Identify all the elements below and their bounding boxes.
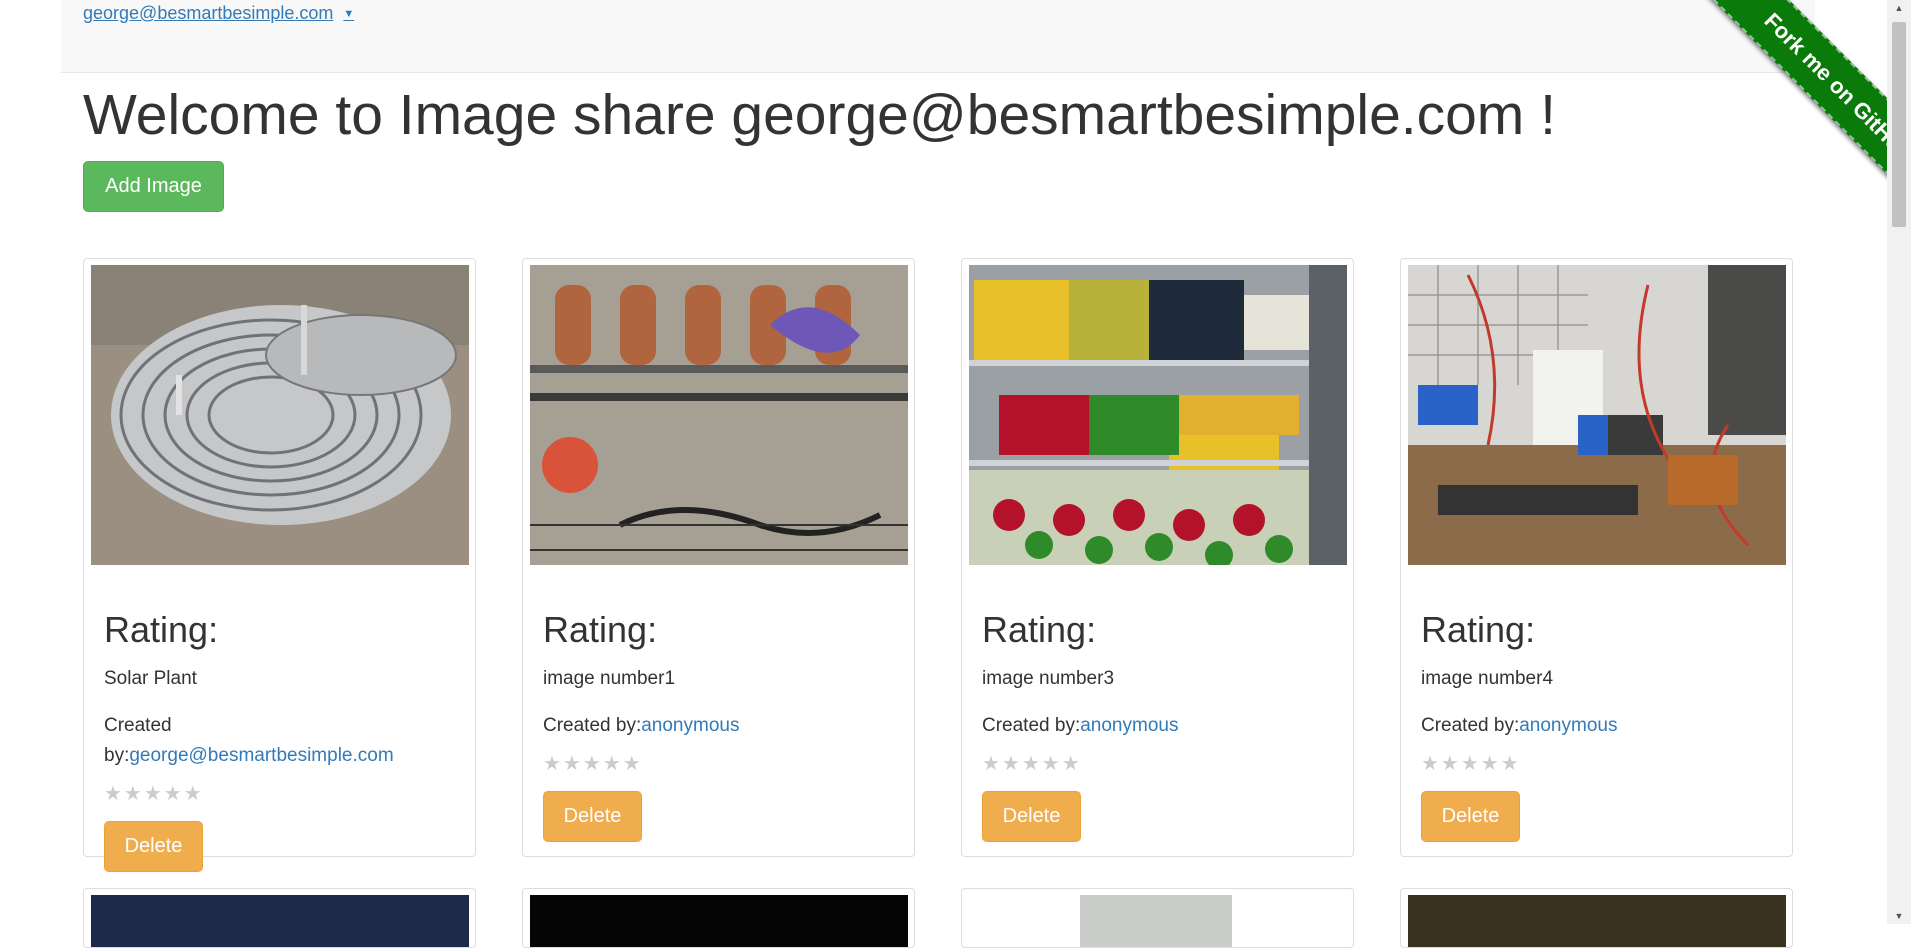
image-card	[961, 888, 1354, 948]
created-by: Created by:george@besmartbesimple.com	[104, 711, 449, 771]
delete-button[interactable]: Delete	[104, 821, 203, 872]
image-card: Rating: Solar Plant Created by:george@be…	[83, 258, 476, 872]
image-name: image number1	[543, 668, 676, 689]
created-by-prefix: Created by:	[982, 715, 1081, 736]
star-rating[interactable]: ★★★★★	[104, 781, 204, 806]
creator-link[interactable]: anonymous	[1519, 715, 1617, 736]
user-email[interactable]: george@besmartbesimple.com	[83, 3, 333, 23]
created-by-prefix: Created by:	[543, 715, 642, 736]
card-image[interactable]	[530, 895, 908, 947]
card-image[interactable]	[1408, 895, 1786, 947]
github-ribbon-container: Fork me on GitHub	[1647, 0, 1887, 240]
star-rating[interactable]: ★★★★★	[1421, 751, 1521, 776]
scrollbar-thumb[interactable]	[1892, 22, 1906, 227]
image-name: Solar Plant	[104, 668, 197, 689]
scroll-up-arrow-icon[interactable]: ▲	[1887, 0, 1911, 16]
card-image-graffiti-building[interactable]	[530, 265, 908, 565]
image-card: Rating: image number1 Created by:anonymo…	[522, 258, 915, 857]
image-name: image number3	[982, 668, 1115, 689]
card-image[interactable]	[1080, 895, 1232, 947]
card-image-synth-lab[interactable]	[1408, 265, 1786, 565]
page-title: Welcome to Image share george@besmartbes…	[83, 83, 1556, 147]
image-card	[522, 888, 915, 948]
navbar: george@besmartbesimple.com ▼	[61, 0, 1815, 73]
rating-label: Rating:	[1421, 609, 1536, 650]
delete-button[interactable]: Delete	[1421, 791, 1520, 842]
image-card	[1400, 888, 1793, 948]
add-image-button[interactable]: Add Image	[83, 161, 224, 212]
created-by: Created by:anonymous	[543, 711, 888, 741]
vertical-scrollbar[interactable]: ▲ ▼	[1887, 0, 1911, 924]
card-image-solar-plant[interactable]	[91, 265, 469, 565]
created-by: Created by:anonymous	[1421, 711, 1766, 741]
card-image[interactable]	[91, 895, 469, 947]
image-name: image number4	[1421, 668, 1554, 689]
creator-link[interactable]: anonymous	[641, 715, 739, 736]
scroll-down-arrow-icon[interactable]: ▼	[1887, 908, 1911, 924]
image-card: Rating: image number3 Created by:anonymo…	[961, 258, 1354, 857]
creator-link[interactable]: george@besmartbesimple.com	[129, 745, 393, 766]
creator-link[interactable]: anonymous	[1080, 715, 1178, 736]
image-card	[83, 888, 476, 948]
rating-label: Rating:	[982, 609, 1097, 650]
star-rating[interactable]: ★★★★★	[543, 751, 643, 776]
created-by: Created by:anonymous	[982, 711, 1327, 741]
caret-down-icon[interactable]: ▼	[343, 8, 354, 20]
image-card: Rating: image number4 Created by:anonymo…	[1400, 258, 1793, 857]
delete-button[interactable]: Delete	[982, 791, 1081, 842]
star-rating[interactable]: ★★★★★	[982, 751, 1082, 776]
fork-me-on-github-ribbon[interactable]: Fork me on GitHub	[1698, 0, 1887, 227]
card-image-cheese-shelves[interactable]	[969, 265, 1347, 565]
rating-label: Rating:	[104, 609, 219, 650]
delete-button[interactable]: Delete	[543, 791, 642, 842]
rating-label: Rating:	[543, 609, 658, 650]
user-dropdown[interactable]: george@besmartbesimple.com ▼	[83, 3, 354, 24]
created-by-prefix: Created by:	[1421, 715, 1520, 736]
